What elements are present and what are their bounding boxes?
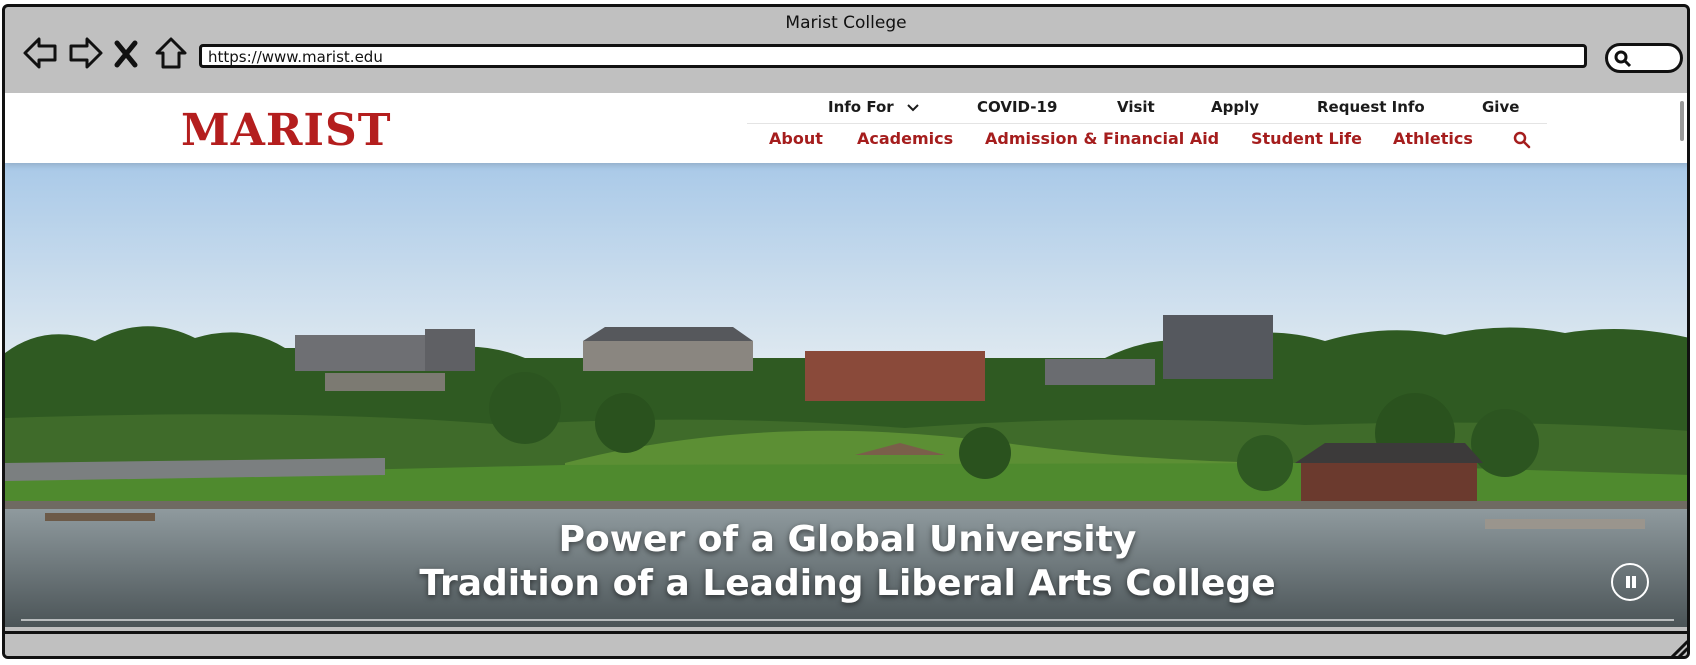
util-nav-apply[interactable]: Apply [1211, 98, 1259, 116]
util-nav-covid[interactable]: COVID-19 [977, 98, 1057, 116]
hero-banner: Power of a Global University Tradition o… [5, 163, 1687, 627]
util-nav-request-info[interactable]: Request Info [1317, 98, 1425, 116]
resize-grip-icon[interactable] [1667, 638, 1689, 659]
nav-admission[interactable]: Admission & Financial Aid [985, 129, 1219, 148]
util-nav-give[interactable]: Give [1482, 98, 1519, 116]
search-icon [1614, 50, 1632, 68]
pause-icon[interactable] [1611, 563, 1649, 601]
nav-about[interactable]: About [769, 129, 823, 148]
nav-academics[interactable]: Academics [857, 129, 953, 148]
util-nav-label: Info For [828, 98, 894, 116]
forward-arrow-icon[interactable] [65, 33, 105, 73]
browser-search-box[interactable] [1605, 43, 1683, 73]
home-icon[interactable] [151, 33, 191, 73]
site-header: MARIST Info For COVID-19 Visit Apply Req… [5, 93, 1687, 163]
window-title: Marist College [785, 13, 907, 33]
page-scrollbar[interactable] [1680, 101, 1684, 141]
util-nav-info-for[interactable]: Info For [828, 98, 919, 116]
address-bar[interactable] [199, 44, 1587, 68]
chevron-down-icon [907, 103, 919, 111]
page-viewport: MARIST Info For COVID-19 Visit Apply Req… [5, 93, 1687, 627]
nav-athletics[interactable]: Athletics [1393, 129, 1473, 148]
search-icon[interactable] [1513, 131, 1531, 149]
util-nav-visit[interactable]: Visit [1117, 98, 1155, 116]
back-arrow-icon[interactable] [21, 33, 61, 73]
site-logo[interactable]: MARIST [181, 105, 392, 156]
status-bar [5, 631, 1689, 659]
hero-headline-1: Power of a Global University [558, 519, 1137, 560]
close-icon[interactable] [113, 33, 139, 73]
url-input[interactable] [202, 48, 1584, 66]
nav-student-life[interactable]: Student Life [1251, 129, 1362, 148]
hero-headline-2: Tradition of a Leading Liberal Arts Coll… [419, 563, 1276, 604]
hero-progress-bar [21, 619, 1674, 621]
browser-window: Marist College MARIST Info For COVID-19 … [2, 4, 1690, 659]
main-nav: About Academics Admission & Financial Ai… [747, 123, 1547, 156]
